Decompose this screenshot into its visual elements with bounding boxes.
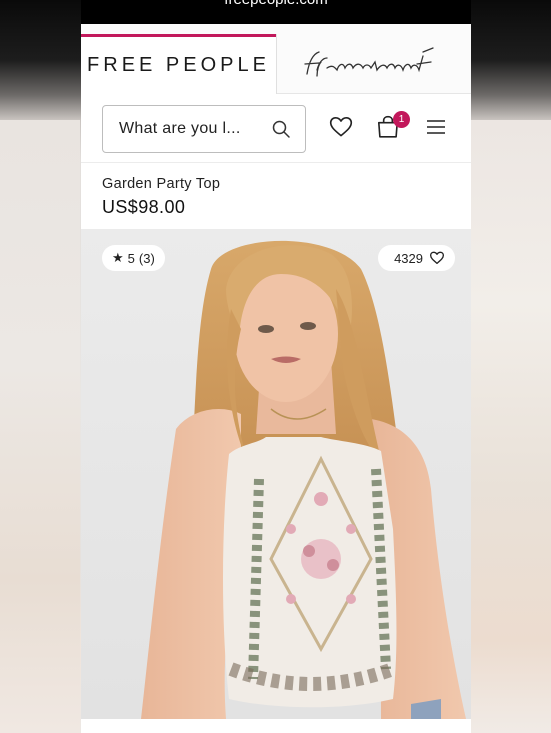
rating-count: (3)	[138, 250, 155, 266]
search-input[interactable]: What are you l...	[119, 120, 241, 138]
product-price: US$98.00	[102, 197, 186, 217]
bottom-strip	[81, 719, 471, 733]
phone-screen: freepeople.com FREE PEOPLE What are you …	[81, 0, 471, 733]
likes-count: 4329	[394, 250, 423, 266]
menu-button[interactable]	[425, 114, 451, 140]
site-header: What are you l... 1	[81, 94, 471, 163]
star-icon: ★	[112, 250, 124, 265]
rating-badge[interactable]: ★ 5 (3)	[102, 245, 165, 271]
product-image[interactable]: ★ 5 (3) 4329	[81, 229, 471, 719]
product-photo-illustration	[81, 229, 471, 719]
url-text[interactable]: freepeople.com	[81, 0, 471, 8]
search-box[interactable]: What are you l...	[102, 105, 306, 153]
product-name: Garden Party Top	[102, 176, 221, 192]
background-blur-left	[0, 120, 80, 733]
browser-address-bar: freepeople.com	[81, 0, 471, 24]
heart-icon	[329, 116, 353, 137]
free-people-logo-text: FREE PEOPLE	[87, 54, 270, 76]
bag-count-badge: 1	[393, 111, 410, 128]
free-people-logo-tab[interactable]: FREE PEOPLE	[81, 34, 276, 94]
search-icon[interactable]	[271, 119, 291, 139]
wishlist-button[interactable]	[328, 114, 354, 140]
background-blur-right	[471, 120, 551, 733]
fp-movement-logo-tab[interactable]	[277, 34, 471, 94]
shopping-bag-button[interactable]: 1	[375, 111, 410, 140]
likes-badge[interactable]: 4329	[378, 245, 455, 271]
brand-bar: FREE PEOPLE	[81, 24, 471, 94]
heart-icon	[430, 251, 444, 264]
hamburger-menu-icon	[427, 120, 445, 134]
rating-value: 5	[127, 250, 135, 266]
fp-movement-logo	[304, 47, 434, 77]
product-info: Garden Party Top US$98.00	[81, 163, 471, 229]
